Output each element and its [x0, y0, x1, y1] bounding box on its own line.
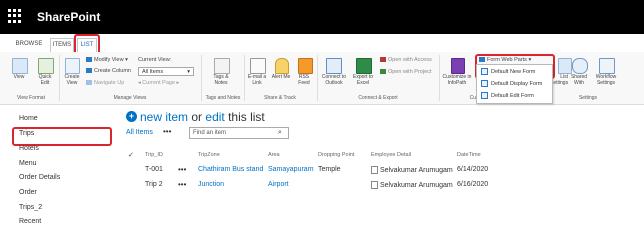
nav-item-trips-2[interactable]: Trips_2 — [19, 204, 42, 211]
column-header-area[interactable]: Area — [268, 152, 280, 158]
current-page-button[interactable]: ◂ Current Page ▸ — [138, 80, 179, 86]
brand-title: SharePoint — [37, 10, 101, 24]
quick-edit-icon[interactable] — [38, 58, 54, 74]
view-button[interactable]: View — [6, 74, 32, 80]
workflow-settings-button[interactable]: Workflow Settings — [590, 74, 622, 86]
row-more-options[interactable]: ••• — [178, 165, 186, 174]
table-cell-datetime: 6/14/2020 — [457, 166, 489, 173]
rss-feed-button[interactable]: RSS Feed — [294, 74, 314, 86]
group-view-format: View Format — [17, 95, 45, 101]
column-header-dropping-point[interactable]: Dropping Point — [318, 152, 354, 158]
group-settings: Settings — [578, 95, 598, 101]
quick-edit-button[interactable]: Quick Edit — [34, 74, 56, 86]
search-input[interactable]: Find an item — [189, 127, 289, 139]
tab-browse[interactable]: BROWSE — [14, 38, 44, 51]
table-cell-trip-id: Trip 2 — [145, 181, 163, 188]
email-link-button[interactable]: E-mail a Link — [245, 74, 269, 86]
person-icon — [371, 166, 378, 174]
new-item-plus-icon[interactable]: + — [126, 111, 137, 122]
group-manage-views: Manage Views — [113, 95, 147, 101]
table-cell-tripzone-link[interactable]: Junction — [198, 181, 224, 188]
export-excel-button[interactable]: Export to Excel — [349, 74, 377, 86]
create-column-icon — [86, 68, 92, 74]
project-icon — [380, 69, 386, 75]
table-cell-dropping-point: Temple — [318, 166, 341, 173]
current-view-select[interactable]: All Items ▾ — [138, 67, 194, 76]
list-settings-icon[interactable] — [558, 58, 572, 74]
form-web-parts-menu: Default New Form Default Display Form De… — [476, 64, 553, 104]
group-tags-notes: Tags and Notes — [205, 95, 241, 101]
nav-item-recent[interactable]: Recent — [19, 218, 41, 225]
menu-item-default-display-form[interactable]: Default Display Form — [481, 80, 542, 87]
view-all-items[interactable]: All Items — [126, 129, 153, 136]
select-all-checkmark-icon[interactable]: ✓ — [128, 151, 134, 159]
column-header-tripzone[interactable]: TripZone — [198, 152, 220, 158]
shared-with-button[interactable]: Shared With — [569, 74, 589, 86]
trips-highlight — [12, 127, 112, 146]
modify-view-button[interactable]: Modify View ▾ — [86, 57, 128, 63]
navigate-up-icon — [86, 80, 92, 86]
search-icon[interactable]: ⌕ — [278, 129, 282, 137]
table-cell-employee[interactable]: Selvakumar Arumugam — [371, 181, 453, 189]
table-cell-trip-id: T-001 — [145, 166, 163, 173]
row-more-options[interactable]: ••• — [178, 180, 186, 189]
form-icon — [481, 92, 488, 99]
access-icon — [380, 57, 386, 63]
menu-item-default-new-form[interactable]: Default New Form — [481, 68, 535, 75]
menu-item-default-edit-form[interactable]: Default Edit Form — [481, 92, 534, 99]
group-share-track: Share & Track — [264, 95, 296, 101]
tags-notes-icon[interactable] — [214, 58, 230, 74]
tab-items[interactable]: ITEMS — [50, 38, 74, 52]
outlook-icon[interactable] — [326, 58, 342, 74]
alert-me-button[interactable]: Alert Me — [271, 74, 291, 80]
tags-notes-button[interactable]: Tags & Notes — [208, 74, 234, 86]
table-cell-tripzone-link[interactable]: Chathiram Bus stand — [198, 166, 263, 173]
shared-with-icon[interactable] — [572, 58, 588, 74]
open-access-button[interactable]: Open with Access — [380, 57, 432, 63]
navigate-up-button[interactable]: Navigate Up — [86, 80, 124, 86]
group-connect-export: Connect & Export — [358, 95, 398, 101]
connect-outlook-button[interactable]: Connect to Outlook — [319, 74, 349, 86]
nav-item-hotels[interactable]: Hotels — [19, 145, 39, 152]
table-cell-employee[interactable]: Selvakumar Arumugam — [371, 166, 453, 174]
form-icon — [481, 68, 488, 75]
email-icon[interactable] — [250, 58, 266, 74]
view-icon[interactable] — [12, 58, 28, 74]
rss-icon[interactable] — [298, 58, 313, 74]
customize-infopath-button[interactable]: Customize in InfoPath — [441, 74, 473, 86]
table-cell-datetime: 6/16/2020 — [457, 181, 489, 188]
group-customize: Cu — [469, 95, 476, 101]
app-launcher-icon[interactable] — [8, 9, 22, 23]
create-view-icon[interactable] — [65, 58, 80, 74]
column-header-employee-detail[interactable]: Employee Detail — [371, 152, 411, 158]
workflow-settings-icon[interactable] — [599, 58, 615, 74]
nav-item-order[interactable]: Order — [19, 189, 37, 196]
form-icon — [481, 80, 488, 87]
view-more-options[interactable]: ••• — [163, 127, 171, 136]
modify-view-icon — [86, 57, 92, 63]
page-heading: new item or edit this list — [140, 110, 265, 124]
bell-icon[interactable] — [275, 58, 289, 74]
current-view-label: Current View: — [138, 57, 172, 63]
edit-link[interactable]: edit — [205, 110, 224, 124]
open-project-button[interactable]: Open with Project — [380, 69, 431, 75]
table-cell-area-link[interactable]: Samayapuram — [268, 166, 314, 173]
excel-icon[interactable] — [356, 58, 372, 74]
nav-item-order-details[interactable]: Order Details — [19, 174, 60, 181]
person-icon — [371, 181, 378, 189]
column-header-trip-id[interactable]: Trip_ID — [145, 152, 163, 158]
nav-item-home[interactable]: Home — [19, 115, 38, 122]
chevron-down-icon: ▾ — [187, 69, 190, 75]
create-view-button[interactable]: Create View — [61, 74, 83, 86]
infopath-icon[interactable] — [451, 58, 465, 74]
new-item-link[interactable]: new item — [140, 110, 188, 124]
create-column-button[interactable]: Create Column — [86, 68, 131, 74]
nav-item-menu[interactable]: Menu — [19, 160, 37, 167]
column-header-datetime[interactable]: DateTime — [457, 152, 481, 158]
table-cell-area-link[interactable]: Airport — [268, 181, 289, 188]
